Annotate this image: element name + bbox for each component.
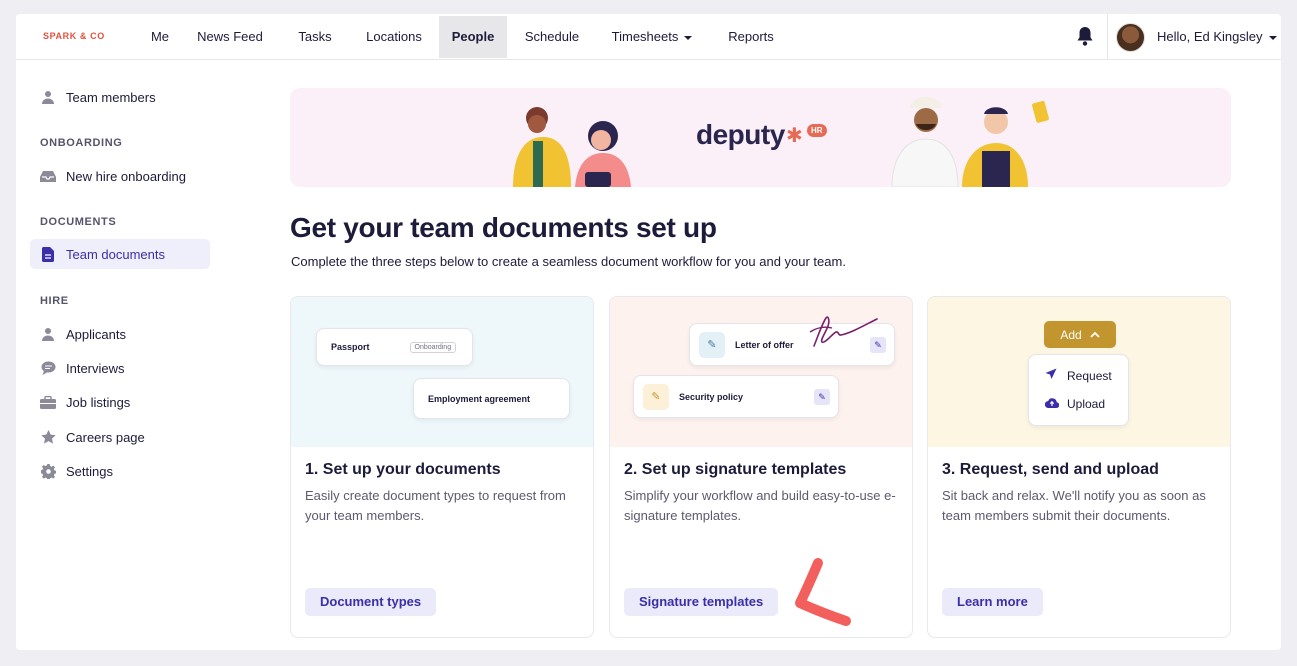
passport-doc-card: Passport Onboarding: [316, 328, 473, 366]
top-nav: SPARK & CO Me News Feed Tasks Locations …: [16, 14, 1281, 60]
add-menu: Request Upload: [1028, 354, 1129, 426]
nav-tasks[interactable]: Tasks: [292, 16, 338, 58]
briefcase-icon: [40, 394, 56, 410]
person-icon: [40, 326, 56, 342]
sidebar-item-applicants[interactable]: Applicants: [30, 319, 210, 349]
sidebar-item-label: Careers page: [66, 429, 145, 445]
sidebar-item-job-listings[interactable]: Job listings: [30, 387, 210, 417]
app-window: SPARK & CO Me News Feed Tasks Locations …: [16, 14, 1281, 650]
card-hero: Add Request Upload: [928, 297, 1230, 447]
doc-name: Employment agreement: [428, 393, 531, 404]
document-icon: [40, 246, 56, 262]
learn-more-button[interactable]: Learn more: [942, 588, 1043, 616]
sidebar-item-careers-page[interactable]: Careers page: [30, 422, 210, 452]
chevron-down-icon: [1268, 35, 1277, 40]
page-title: Get your team documents set up: [290, 212, 717, 243]
card-title: 3. Request, send and upload: [942, 461, 1159, 478]
card-description: Sit back and relax. We'll notify you as …: [942, 488, 1206, 523]
sidebar-heading-onboarding: ONBOARDING: [40, 137, 123, 149]
sidebar-item-interviews[interactable]: Interviews: [30, 353, 210, 383]
hr-badge: HR: [807, 124, 827, 137]
doc-tag: Onboarding: [409, 341, 457, 353]
deputy-star-icon: ✱: [786, 125, 803, 147]
add-button[interactable]: Add: [1044, 321, 1116, 348]
sidebar-item-label: Settings: [66, 463, 113, 479]
card-hero: ✎ Letter of offer ✎ ✎ Security policy ✎: [610, 297, 912, 447]
star-icon: [40, 429, 56, 445]
employment-agreement-doc-card: Employment agreement: [413, 378, 570, 419]
sidebar-item-label: Applicants: [66, 326, 126, 342]
menu-item-label: Upload: [1067, 397, 1106, 411]
card-request-upload: Add Request Upload 3. Request, send and …: [927, 296, 1231, 638]
deputy-logo: deputy: [696, 119, 785, 150]
add-button-label: Add: [1060, 327, 1082, 342]
nav-schedule[interactable]: Schedule: [520, 16, 584, 58]
menu-item-upload[interactable]: Upload: [1044, 397, 1106, 411]
document-types-button[interactable]: Document types: [305, 588, 437, 616]
signature-templates-button[interactable]: Signature templates: [624, 588, 779, 616]
cloud-upload-icon: [1044, 397, 1060, 411]
avatar[interactable]: [1116, 23, 1145, 52]
card-description: Simplify your workflow and build easy-to…: [624, 488, 896, 523]
card-description: Easily create document types to request …: [305, 488, 566, 523]
nav-timesheets[interactable]: Timesheets: [608, 16, 696, 58]
card-signature-templates: ✎ Letter of offer ✎ ✎ Security policy ✎ …: [609, 296, 913, 638]
chevron-down-icon: [684, 35, 693, 40]
brand-logo[interactable]: SPARK & CO: [43, 31, 105, 41]
menu-item-label: Request: [1067, 368, 1112, 383]
annotation-arrow: [795, 558, 851, 626]
doc-name: Passport: [331, 342, 370, 352]
people-illustration-right: [891, 97, 1049, 187]
sidebar-item-team-members[interactable]: Team members: [30, 82, 210, 112]
chat-icon: [40, 360, 56, 376]
inbox-icon: [40, 168, 56, 184]
signature-icon: ✎: [643, 383, 669, 410]
sidebar-heading-documents: DOCUMENTS: [40, 216, 117, 228]
greeting-label: Hello, Ed Kingsley: [1157, 29, 1263, 44]
edit-pen-icon[interactable]: ✎: [814, 389, 830, 405]
doc-name: Security policy: [679, 391, 744, 402]
user-menu[interactable]: Hello, Ed Kingsley: [1157, 29, 1277, 44]
card-setup-documents: Passport Onboarding Employment agreement…: [290, 296, 594, 638]
deputy-hr-banner: deputy ✱ HR: [290, 88, 1231, 187]
doc-name: Letter of offer: [735, 339, 794, 350]
nav-locations[interactable]: Locations: [360, 16, 428, 58]
gear-icon: [40, 463, 56, 479]
nav-people[interactable]: People: [439, 16, 507, 58]
bell-icon[interactable]: [1075, 25, 1095, 47]
nav-timesheets-label: Timesheets: [611, 29, 679, 44]
sidebar-item-team-documents[interactable]: Team documents: [30, 239, 210, 269]
menu-item-request[interactable]: Request: [1045, 368, 1112, 383]
sidebar-item-label: New hire onboarding: [66, 168, 186, 184]
card-hero: Passport Onboarding Employment agreement: [291, 297, 593, 447]
sidebar-item-label: Job listings: [66, 394, 131, 410]
card-title: 1. Set up your documents: [305, 461, 501, 478]
card-title: 2. Set up signature templates: [624, 461, 847, 478]
sidebar-item-new-hire-onboarding[interactable]: New hire onboarding: [30, 161, 210, 191]
person-icon: [40, 89, 56, 105]
chevron-up-icon: [1090, 331, 1100, 338]
nav-divider: [1107, 14, 1108, 60]
sidebar-heading-hire: HIRE: [40, 295, 69, 307]
people-illustration-left: [513, 107, 631, 187]
page-subtitle: Complete the three steps below to create…: [291, 254, 846, 269]
sidebar-item-label: Interviews: [66, 360, 125, 376]
security-policy-doc-card: ✎ Security policy ✎: [633, 375, 839, 418]
sidebar-item-label: Team members: [66, 89, 156, 105]
nav-me[interactable]: Me: [140, 16, 180, 58]
sidebar-item-settings[interactable]: Settings: [30, 456, 210, 486]
send-icon: [1045, 368, 1059, 383]
sidebar-item-label: Team documents: [66, 246, 165, 262]
signature-icon: ✎: [699, 331, 725, 358]
nav-news-feed[interactable]: News Feed: [194, 16, 266, 58]
nav-reports[interactable]: Reports: [722, 16, 780, 58]
signature-scribble: [809, 316, 878, 347]
